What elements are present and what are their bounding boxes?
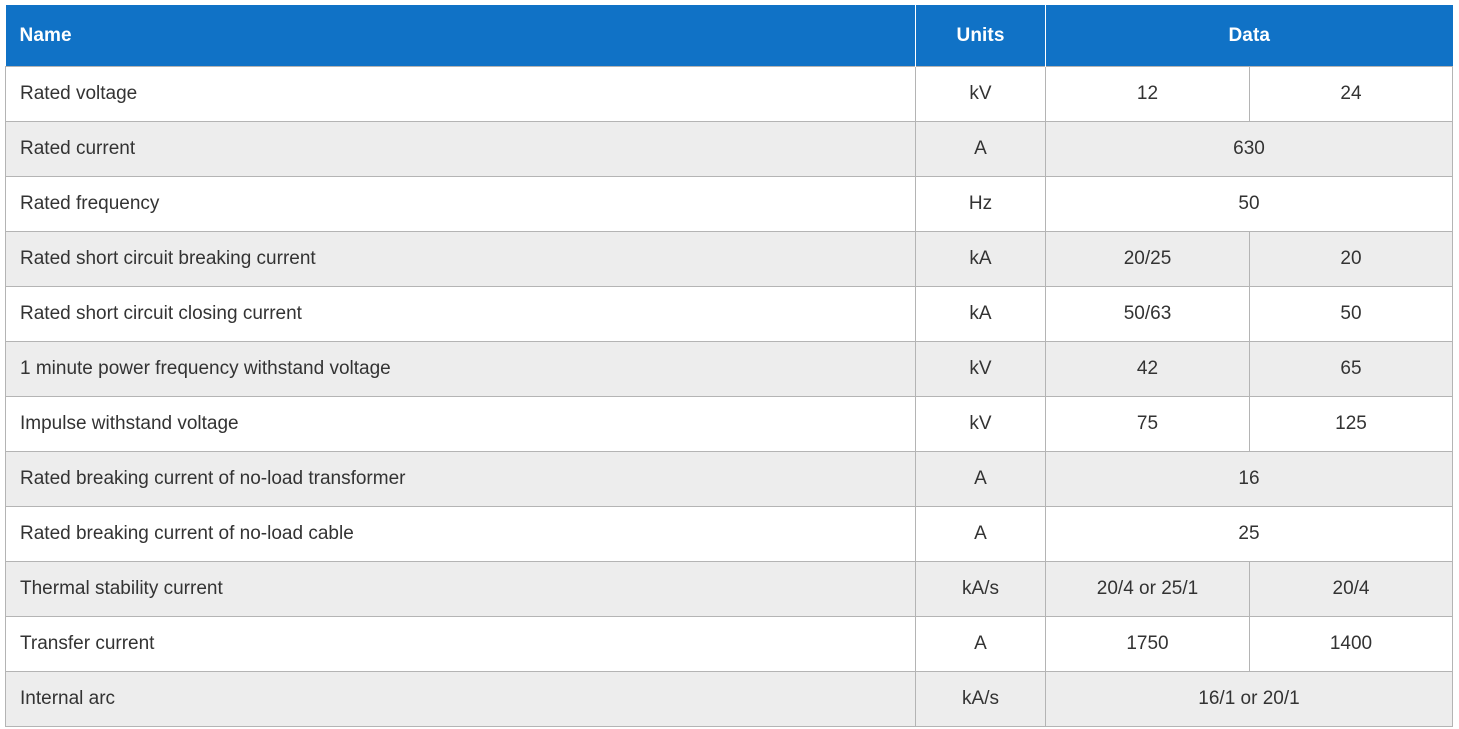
cell-name: Rated short circuit closing current [6, 287, 916, 342]
cell-data-merged: 25 [1046, 507, 1453, 562]
cell-units: kV [916, 342, 1046, 397]
table-row: Rated voltagekV1224 [6, 67, 1453, 122]
cell-units: kV [916, 67, 1046, 122]
cell-units: A [916, 617, 1046, 672]
table-row: Thermal stability currentkA/s20/4 or 25/… [6, 562, 1453, 617]
cell-name: Rated voltage [6, 67, 916, 122]
cell-data-2: 1400 [1250, 617, 1453, 672]
column-header-units: Units [916, 5, 1046, 67]
table-row: Rated short circuit closing currentkA50/… [6, 287, 1453, 342]
table-row: 1 minute power frequency withstand volta… [6, 342, 1453, 397]
column-header-data: Data [1046, 5, 1453, 67]
cell-data-1: 12 [1046, 67, 1250, 122]
cell-data-2: 24 [1250, 67, 1453, 122]
cell-data-2: 65 [1250, 342, 1453, 397]
cell-name: Rated breaking current of no-load cable [6, 507, 916, 562]
table-row: Rated breaking current of no-load transf… [6, 452, 1453, 507]
table-row: Transfer currentA17501400 [6, 617, 1453, 672]
cell-name: Rated short circuit breaking current [6, 232, 916, 287]
cell-name: Impulse withstand voltage [6, 397, 916, 452]
cell-data-2: 50 [1250, 287, 1453, 342]
table-header: Name Units Data [6, 5, 1453, 67]
table-row: Rated short circuit breaking currentkA20… [6, 232, 1453, 287]
cell-data-2: 20/4 [1250, 562, 1453, 617]
table-row: Impulse withstand voltagekV75125 [6, 397, 1453, 452]
cell-data-2: 20 [1250, 232, 1453, 287]
cell-data-1: 20/4 or 25/1 [1046, 562, 1250, 617]
table-row: Rated currentA630 [6, 122, 1453, 177]
cell-name: Internal arc [6, 672, 916, 727]
cell-name: 1 minute power frequency withstand volta… [6, 342, 916, 397]
table-row: Internal arckA/s16/1 or 20/1 [6, 672, 1453, 727]
cell-units: A [916, 507, 1046, 562]
column-header-name: Name [6, 5, 916, 67]
cell-units: kA/s [916, 672, 1046, 727]
cell-data-1: 50/63 [1046, 287, 1250, 342]
cell-units: kA/s [916, 562, 1046, 617]
cell-data-merged: 16 [1046, 452, 1453, 507]
table-body: Rated voltagekV1224Rated currentA630Rate… [6, 67, 1453, 727]
cell-data-1: 75 [1046, 397, 1250, 452]
cell-units: kV [916, 397, 1046, 452]
technical-specification-table: Name Units Data Rated voltagekV1224Rated… [5, 5, 1453, 727]
cell-units: A [916, 452, 1046, 507]
cell-name: Rated current [6, 122, 916, 177]
spec-table-container: Name Units Data Rated voltagekV1224Rated… [0, 0, 1459, 729]
cell-name: Rated frequency [6, 177, 916, 232]
cell-name: Thermal stability current [6, 562, 916, 617]
cell-data-1: 1750 [1046, 617, 1250, 672]
table-row: Rated frequencyHz50 [6, 177, 1453, 232]
cell-data-2: 125 [1250, 397, 1453, 452]
cell-name: Transfer current [6, 617, 916, 672]
cell-units: Hz [916, 177, 1046, 232]
cell-name: Rated breaking current of no-load transf… [6, 452, 916, 507]
cell-data-1: 20/25 [1046, 232, 1250, 287]
cell-data-merged: 16/1 or 20/1 [1046, 672, 1453, 727]
cell-units: kA [916, 232, 1046, 287]
cell-units: kA [916, 287, 1046, 342]
header-row: Name Units Data [6, 5, 1453, 67]
table-row: Rated breaking current of no-load cableA… [6, 507, 1453, 562]
cell-data-merged: 50 [1046, 177, 1453, 232]
cell-units: A [916, 122, 1046, 177]
cell-data-1: 42 [1046, 342, 1250, 397]
cell-data-merged: 630 [1046, 122, 1453, 177]
